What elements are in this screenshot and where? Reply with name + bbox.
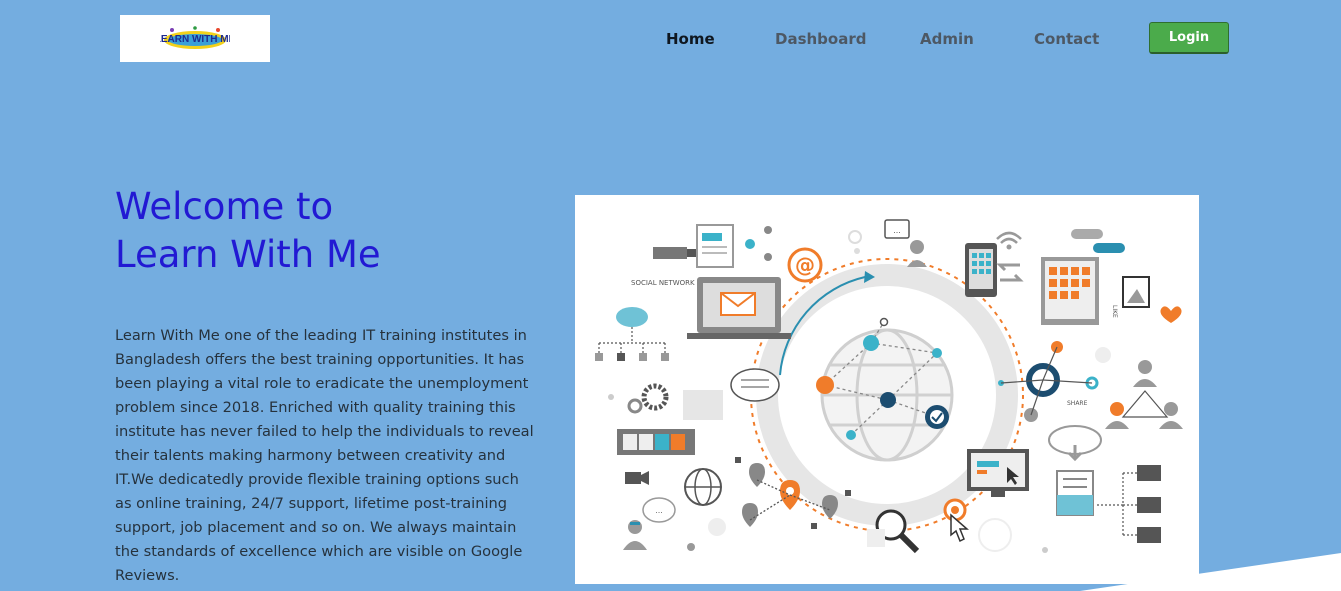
nav-link-admin[interactable]: Admin xyxy=(920,28,974,50)
hero-description: Learn With Me one of the leading IT trai… xyxy=(115,327,534,584)
share-label: SHARE xyxy=(1067,400,1088,407)
like-label: LIKE xyxy=(1111,305,1118,318)
hero-title: Welcome to Learn With Me xyxy=(115,183,381,279)
nav-link-dashboard[interactable]: Dashboard xyxy=(775,28,866,50)
site-logo[interactable]: LEARN WITH ME xyxy=(120,15,270,62)
login-button[interactable]: Login xyxy=(1149,22,1229,54)
svg-text:...: ... xyxy=(893,226,901,235)
nav-link-home[interactable]: Home xyxy=(666,28,715,50)
hero-title-line-2: Learn With Me xyxy=(115,233,381,276)
hero-title-line-1: Welcome to xyxy=(115,185,334,228)
logo-graphic: LEARN WITH ME xyxy=(160,25,230,49)
social-network-label: SOCIAL NETWORK xyxy=(631,279,695,287)
svg-text:...: ... xyxy=(655,506,663,515)
logo-text: LEARN WITH ME xyxy=(160,34,230,45)
it-network-illustration: @ SOCIAL NETWORK ... ... LIKE SHARE xyxy=(595,219,1183,554)
email-at-icon: @ xyxy=(795,253,815,277)
nav-link-contact[interactable]: Contact xyxy=(1034,28,1099,50)
hero-illustration: @ SOCIAL NETWORK ... ... LIKE SHARE xyxy=(575,195,1199,584)
